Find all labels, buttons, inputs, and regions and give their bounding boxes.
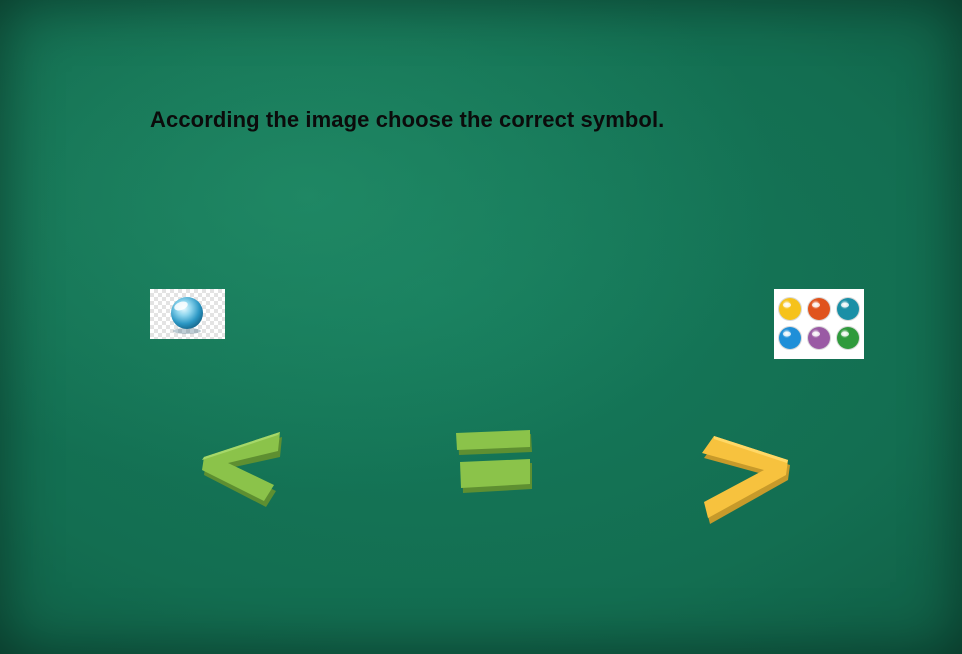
- equals-icon: [456, 430, 532, 493]
- ball-highlight: [812, 331, 820, 337]
- colored-ball: [779, 327, 801, 349]
- question-text: According the image choose the correct s…: [150, 107, 665, 132]
- less-than-button[interactable]: [190, 415, 300, 525]
- less-than-icon: [202, 432, 282, 507]
- greater-than-button[interactable]: [690, 420, 805, 535]
- colored-ball: [808, 298, 830, 320]
- ball-highlight: [812, 302, 820, 308]
- colored-ball: [779, 298, 801, 320]
- colored-ball: [837, 327, 859, 349]
- colored-balls-icon: [778, 297, 860, 350]
- ball-highlight: [841, 331, 849, 337]
- ball-highlight: [783, 302, 791, 308]
- right-image-card: [774, 289, 864, 359]
- ball-highlight: [841, 302, 849, 308]
- colored-ball: [837, 298, 859, 320]
- equals-button[interactable]: [440, 420, 550, 500]
- ball-highlight: [783, 331, 791, 337]
- greater-than-icon: [702, 436, 790, 524]
- colored-ball: [808, 327, 830, 349]
- water-drop-ball-icon: [171, 297, 203, 334]
- left-image-card: [150, 289, 225, 339]
